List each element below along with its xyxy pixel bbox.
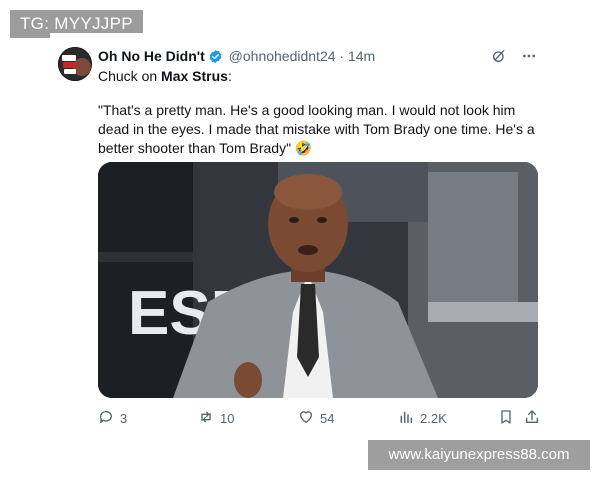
separator-dot: · [339,48,345,64]
avatar-image [58,47,92,81]
tweet-actions: 3 10 54 2.2K [98,409,540,429]
tweet-text: "That's a pretty man. He's a good lookin… [98,102,535,156]
timestamp[interactable]: 14m [348,48,375,64]
like-count: 54 [320,411,335,426]
repost-button[interactable]: 10 [198,409,234,428]
avatar[interactable] [58,47,92,81]
share-button[interactable] [524,409,540,428]
tweet-header: Oh No He Didn't @ohnohedidnt24 · 14m [98,47,375,65]
views-button[interactable]: 2.2K [398,409,447,428]
repost-count: 10 [220,411,235,426]
bottom-watermark: www.kaiyunexpress88.com [368,440,590,470]
reply-icon [98,409,114,428]
tweet-card[interactable]: Oh No He Didn't @ohnohedidnt24 · 14m Chu… [50,33,552,441]
media-image: ESPN [98,162,538,398]
views-icon [398,409,414,428]
reply-count: 3 [120,411,128,426]
heart-icon [298,409,314,428]
more-icon[interactable] [520,47,538,65]
author-handle[interactable]: @ohnohedidnt24 [229,48,336,64]
header-actions [490,47,538,65]
grok-icon[interactable] [490,47,508,65]
intro-suffix: : [227,68,232,84]
bookmark-button[interactable] [498,409,514,428]
author-display-name[interactable]: Oh No He Didn't [98,48,205,64]
like-button[interactable]: 54 [298,409,334,428]
bookmark-icon [498,409,514,428]
tweet-intro: Chuck on Max Strus: [98,67,232,85]
views-count: 2.2K [420,411,447,426]
tweet-media[interactable]: ESPN [98,162,538,398]
intro-prefix: Chuck on [98,68,162,84]
intro-subject: Max Strus [161,68,228,84]
reply-button[interactable]: 3 [98,409,127,428]
verified-badge-icon [208,49,223,64]
share-icon [524,409,540,428]
repost-icon [198,409,214,428]
